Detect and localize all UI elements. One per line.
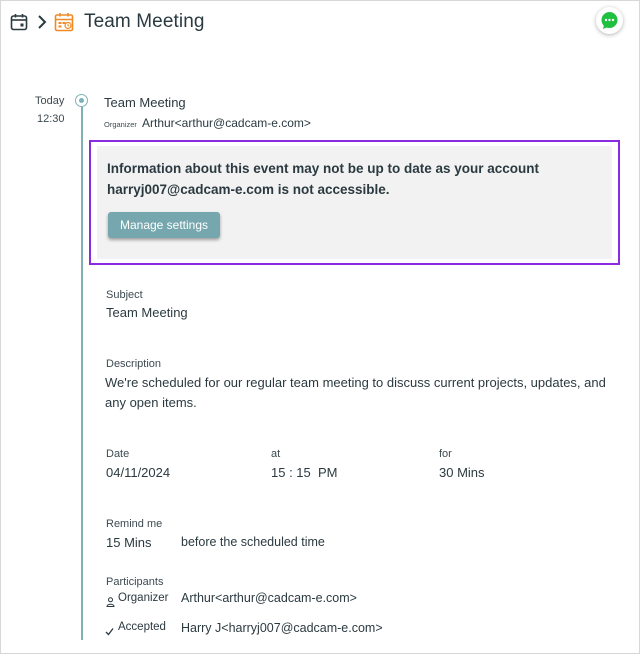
participant-organizer-value: Arthur<arthur@cadcam-e.com> bbox=[181, 591, 357, 605]
duration-value: 30 Mins bbox=[439, 465, 485, 480]
timeline-day: Today bbox=[35, 95, 65, 107]
time-label: at bbox=[271, 448, 281, 460]
window-frame bbox=[0, 0, 640, 654]
remind-label: Remind me bbox=[106, 518, 163, 530]
participant-role-organizer: Organizer bbox=[118, 592, 169, 604]
date-value: 04/11/2024 bbox=[106, 465, 171, 480]
date-label: Date bbox=[106, 448, 130, 460]
check-icon bbox=[105, 623, 114, 641]
timeline-dot bbox=[75, 94, 88, 107]
chat-button[interactable] bbox=[596, 7, 623, 34]
page-title: Team Meeting bbox=[84, 11, 205, 32]
organizer-value: Arthur<arthur@cadcam-e.com> bbox=[142, 116, 311, 130]
calendar-event-icon bbox=[54, 12, 74, 32]
participant-accepted-value: Harry J<harryj007@cadcam-e.com> bbox=[181, 621, 383, 635]
chevron-right-icon bbox=[37, 14, 47, 30]
time-value: 15 : 15 PM bbox=[271, 465, 338, 480]
person-icon bbox=[106, 594, 115, 612]
subject-label: Subject bbox=[106, 289, 143, 301]
timeline-line bbox=[81, 107, 83, 640]
description-value: We're scheduled for our regular team mee… bbox=[105, 375, 606, 410]
event-title: Team Meeting bbox=[104, 95, 186, 110]
subject-value: Team Meeting bbox=[106, 305, 188, 320]
alert-message: Information about this event may not be … bbox=[107, 161, 540, 197]
timeline-time: 12:30 bbox=[37, 113, 65, 125]
remind-suffix: before the scheduled time bbox=[181, 535, 325, 549]
participant-role-accepted: Accepted bbox=[118, 621, 166, 633]
alert-panel: Information about this event may not be … bbox=[97, 146, 612, 259]
remind-value: 15 Mins bbox=[106, 535, 152, 550]
account-warning-alert: Information about this event may not be … bbox=[89, 140, 620, 265]
description-label: Description bbox=[106, 358, 162, 370]
organizer-label: Organizer bbox=[104, 120, 137, 129]
duration-label: for bbox=[439, 448, 452, 460]
manage-settings-button[interactable]: Manage settings bbox=[108, 212, 220, 238]
calendar-icon[interactable] bbox=[10, 13, 28, 31]
participants-label: Participants bbox=[106, 576, 164, 588]
chat-icon bbox=[601, 12, 618, 29]
